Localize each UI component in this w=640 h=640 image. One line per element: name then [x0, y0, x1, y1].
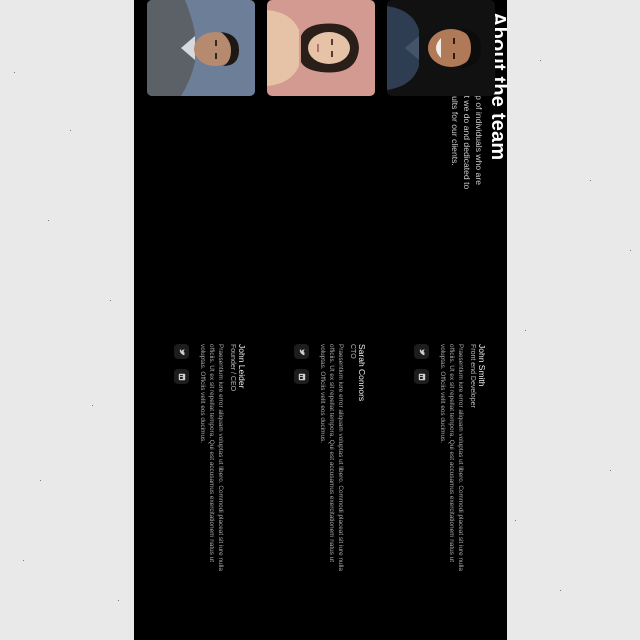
linkedin-icon	[418, 373, 426, 380]
member-info: Sarah Connors CTO Praesentium iure error…	[294, 344, 375, 640]
twitter-bird-icon	[419, 348, 425, 355]
member-info: John Leider Founder / CEO Praesentium iu…	[174, 344, 255, 640]
linkedin-link-button[interactable]	[174, 369, 190, 384]
member-photo	[147, 0, 255, 96]
social-links	[414, 344, 430, 640]
twitter-link-button[interactable]	[294, 344, 310, 359]
twitter-bird-icon	[299, 348, 305, 355]
team-member-card: John Smith Front end Developer Praesenti…	[385, 0, 495, 640]
linkedin-link-button[interactable]	[414, 369, 430, 384]
member-bio: Praesentium iure error aliquam voluptas …	[198, 344, 224, 571]
linkedin-icon	[298, 373, 306, 380]
team-member-card: Sarah Connors CTO Praesentium iure error…	[265, 0, 375, 640]
member-photo	[267, 0, 375, 96]
member-bio: Praesentium iure error aliquam voluptas …	[438, 344, 464, 571]
social-links	[174, 344, 190, 640]
member-role: CTO	[349, 344, 356, 359]
member-bio: Praesentium iure error aliquam voluptas …	[318, 344, 344, 571]
member-role: Founder / CEO	[229, 344, 236, 392]
twitter-link-button[interactable]	[174, 344, 190, 359]
member-name: Sarah Connors	[357, 344, 367, 402]
team-section: About the team We're a dynamic group of …	[134, 0, 507, 640]
twitter-bird-icon	[179, 348, 185, 355]
twitter-link-button[interactable]	[414, 344, 430, 359]
member-role: Front end Developer	[469, 344, 476, 408]
member-name: John Leider	[237, 344, 247, 389]
team-panel: About the team We're a dynamic group of …	[134, 0, 507, 640]
linkedin-link-button[interactable]	[294, 369, 310, 384]
linkedin-icon	[178, 373, 186, 380]
member-info: John Smith Front end Developer Praesenti…	[414, 344, 495, 640]
member-photo	[387, 0, 495, 96]
team-member-card: John Leider Founder / CEO Praesentium iu…	[145, 0, 255, 640]
social-links	[294, 344, 310, 640]
member-name: John Smith	[477, 344, 487, 387]
